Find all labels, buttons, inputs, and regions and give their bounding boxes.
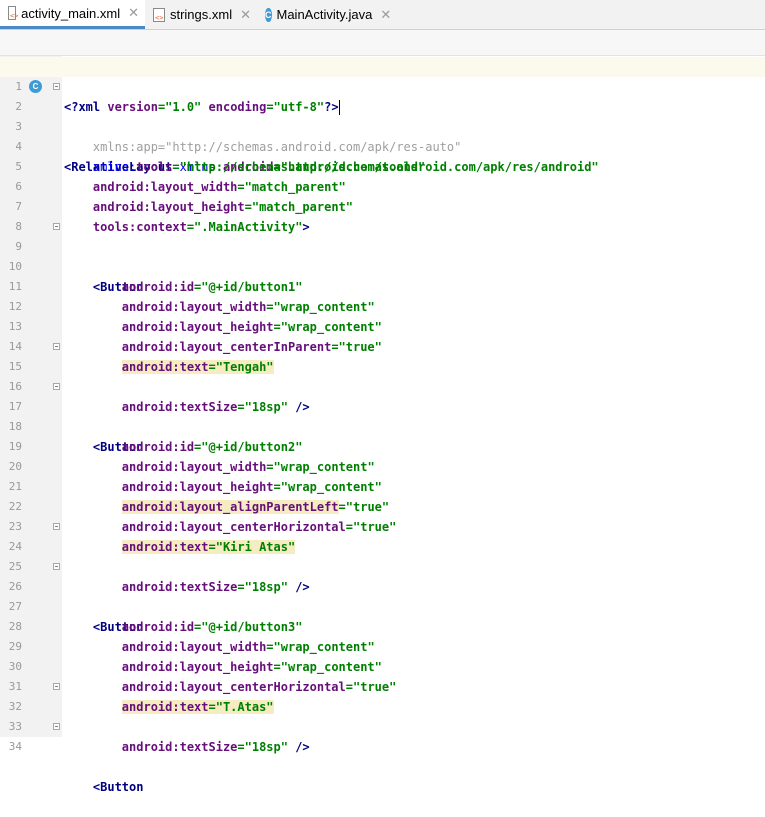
code-line-22[interactable]: 22 android:layout_centerHorizontal="true… <box>0 477 765 534</box>
tab-mainactivity-java[interactable]: C MainActivity.java ✕ <box>257 0 395 29</box>
code-line-21[interactable]: 21 android:layout_alignParentLeft="true" <box>0 457 765 514</box>
tab-label: strings.xml <box>169 7 233 22</box>
code-line-34[interactable]: 34 <Button <box>0 717 765 794</box>
code-line-18[interactable]: 18 android:id="@+id/button2" <box>0 397 765 454</box>
close-icon[interactable]: ✕ <box>240 7 251 23</box>
code-line-23[interactable]: 23 android:text="Kiri Atas" <box>0 497 765 554</box>
code-line-17[interactable]: 17 <Button <box>0 377 765 454</box>
code-line-14[interactable]: 14 android:text="Tengah" <box>0 317 765 374</box>
code-line-32[interactable]: 32 android:textSize="18sp" /> <box>0 677 765 754</box>
code-line-29[interactable]: 29 android:layout_height="wrap_content" <box>0 617 765 674</box>
fold-toggle-icon[interactable] <box>53 683 60 690</box>
fold-toggle-icon[interactable] <box>53 563 60 570</box>
code-line-25[interactable]: 25 <box>0 537 765 573</box>
code-line-9[interactable]: 9 <Button <box>0 217 765 294</box>
xml-file-icon <box>153 7 165 22</box>
code-line-28[interactable]: 28 android:layout_width="wrap_content" <box>0 597 765 654</box>
xml-file-icon <box>8 6 19 20</box>
editor-breadcrumb-strip <box>0 30 765 56</box>
editor-tab-bar: activity_main.xml ✕ strings.xml ✕ C Main… <box>0 0 765 30</box>
fold-toggle-icon[interactable] <box>53 723 60 730</box>
code-line-6[interactable]: 6 android:layout_height="match_parent" <box>0 157 765 214</box>
tab-label: MainActivity.java <box>276 7 373 22</box>
code-line-11[interactable]: 11 android:layout_width="wrap_content" <box>0 257 765 314</box>
code-line-24[interactable]: 24 android:textSize="18sp" /> <box>0 517 765 594</box>
code-line-8[interactable]: 8 <box>0 197 765 233</box>
code-line-10[interactable]: 10 android:id="@+id/button1" <box>0 237 765 294</box>
code-line-15[interactable]: 15 android:textSize="18sp" /> <box>0 337 765 414</box>
code-line-4[interactable]: 4 xmlns:tools="http://schemas.android.co… <box>0 117 765 174</box>
fold-toggle-icon[interactable] <box>53 343 60 350</box>
java-class-icon: C <box>265 7 272 22</box>
tab-activity-main-xml[interactable]: activity_main.xml ✕ <box>0 0 145 29</box>
code-line-27[interactable]: 27 android:id="@+id/button3" <box>0 577 765 634</box>
code-line-33[interactable]: 33 <box>0 697 765 733</box>
code-line-16[interactable]: 16 <box>0 357 765 393</box>
code-line-31[interactable]: 31 android:text="T.Atas" <box>0 657 765 714</box>
code-line-7[interactable]: 7 tools:context=".MainActivity"> <box>0 177 765 234</box>
close-icon[interactable]: ✕ <box>128 5 139 21</box>
tab-label: activity_main.xml <box>21 5 121 21</box>
fold-toggle-icon[interactable] <box>53 83 60 90</box>
code-line-1[interactable]: 1 <?xml version="1.0" encoding="utf-8"?> <box>0 57 765 115</box>
tab-strings-xml[interactable]: strings.xml ✕ <box>145 0 257 29</box>
close-icon[interactable]: ✕ <box>380 7 391 23</box>
code-line-12[interactable]: 12 android:layout_height="wrap_content" <box>0 277 765 334</box>
class-gutter-icon[interactable]: C <box>29 80 42 93</box>
code-line-19[interactable]: 19 android:layout_width="wrap_content" <box>0 417 765 474</box>
code-line-30[interactable]: 30 android:layout_centerHorizontal="true… <box>0 637 765 694</box>
code-line-2[interactable]: 2 C <RelativeLayout xmlns:android="http:… <box>0 77 765 174</box>
code-line-13[interactable]: 13 android:layout_centerInParent="true" <box>0 297 765 354</box>
line-number: 34 <box>8 740 22 753</box>
code-line-26[interactable]: 26 <Button <box>0 557 765 634</box>
fold-toggle-icon[interactable] <box>53 523 60 530</box>
fold-toggle-icon[interactable] <box>53 223 60 230</box>
code-line-3[interactable]: 3 xmlns:app="http://schemas.android.com/… <box>0 97 765 154</box>
fold-toggle-icon[interactable] <box>53 383 60 390</box>
code-line-5[interactable]: 5 android:layout_width="match_parent" <box>0 137 765 194</box>
code-line-20[interactable]: 20 android:layout_height="wrap_content" <box>0 437 765 494</box>
